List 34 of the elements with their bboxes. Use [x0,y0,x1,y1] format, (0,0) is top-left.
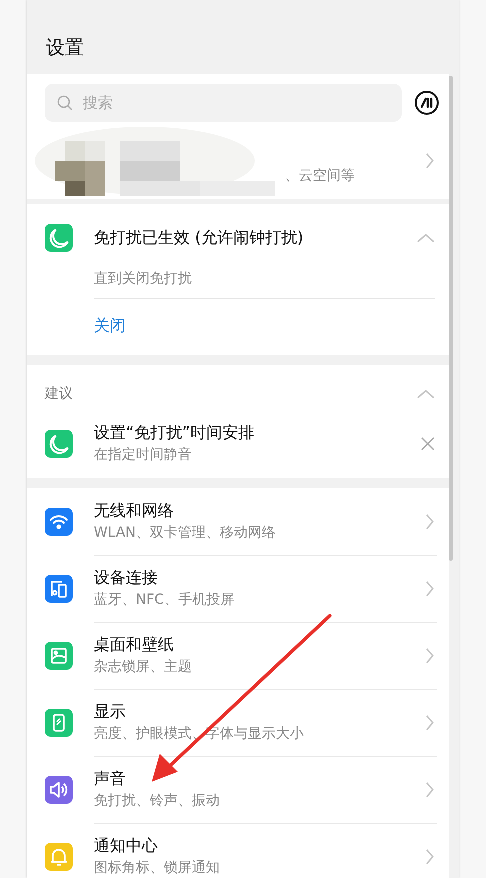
setting-title[interactable]: 设备连接 [94,568,425,589]
chevron-right-icon[interactable] [425,580,435,598]
close-icon[interactable] [421,436,435,450]
chevron-right-icon[interactable] [425,646,435,664]
setting-subtitle: WLAN、双卡管理、移动网络 [94,524,278,542]
chevron-right-icon[interactable] [425,512,435,530]
chevron-up-icon[interactable] [417,389,435,399]
dnd-detail: 直到关闭免打扰 [94,271,192,287]
setting-subtitle: 免打扰、铃声、振动 [94,792,221,810]
setting-title[interactable]: 通知中心 [94,836,425,857]
setting-title[interactable]: 桌面和壁纸 [94,635,425,656]
assistant-icon[interactable] [414,90,440,116]
suggestion-title[interactable]: 设置“免打扰”时间安排 [94,423,255,444]
scrollbar[interactable] [449,76,453,561]
suggestion-subtitle: 在指定时间静音 [94,446,193,464]
setting-subtitle: 图标角标、锁屏通知 [94,859,221,877]
chevron-right-icon[interactable] [425,780,435,798]
chevron-right-icon[interactable] [425,714,435,732]
page-title: 设置 [46,37,84,59]
search-icon [57,95,73,111]
setting-subtitle: 蓝牙、NFC、手机投屏 [94,591,236,609]
chevron-up-icon[interactable] [417,233,435,243]
setting-title[interactable]: 无线和网络 [94,501,425,522]
setting-subtitle: 杂志锁屏、主题 [94,658,193,676]
chevron-right-icon[interactable] [425,152,435,170]
section-heading: 建议 [45,385,73,403]
search-field[interactable]: 搜索 [45,84,402,122]
chevron-right-icon[interactable] [425,848,435,866]
setting-title[interactable]: 显示 [94,702,425,723]
close-link[interactable]: 关闭 [94,316,126,335]
account-subtitle: 、云空间等 [285,166,355,184]
moon-icon [45,224,73,252]
dnd-title: 免打扰已生效 (允许闹钟打扰) [94,228,304,248]
setting-title[interactable]: 声音 [94,769,425,790]
